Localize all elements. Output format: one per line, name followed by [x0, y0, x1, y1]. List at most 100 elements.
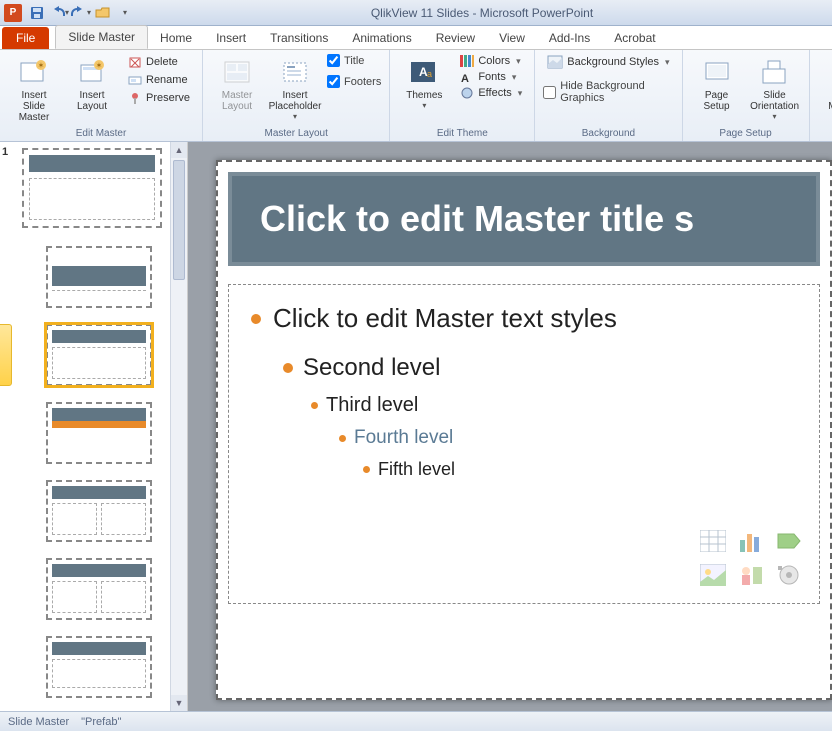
insert-slide-master-button[interactable]: ✶ Insert Slide Master: [8, 54, 60, 125]
bullet-level-2[interactable]: Second level: [283, 354, 797, 382]
delete-icon: [128, 55, 142, 69]
layout-thumbnail[interactable]: [46, 480, 152, 542]
background-styles-button[interactable]: Background Styles▾: [543, 54, 673, 70]
slide-master-icon: ✶: [19, 59, 49, 85]
fonts-button[interactable]: AFonts▾: [456, 70, 526, 84]
scroll-up-icon[interactable]: ▲: [171, 142, 187, 158]
rename-button[interactable]: Rename: [124, 72, 194, 88]
background-styles-icon: [547, 55, 563, 69]
layout-thumbnail[interactable]: [46, 246, 152, 308]
layout-thumbnail-selected[interactable]: [46, 324, 152, 386]
button-label: Clo Master: [828, 90, 832, 112]
tab-home[interactable]: Home: [148, 27, 204, 49]
qat-open[interactable]: [93, 3, 113, 23]
tab-transitions[interactable]: Transitions: [258, 27, 340, 49]
dropdown-caret-icon[interactable]: ▾: [773, 112, 777, 121]
effects-icon: [460, 87, 474, 99]
page-setup-icon: [702, 59, 732, 85]
rename-icon: [128, 73, 142, 87]
title-placeholder[interactable]: Click to edit Master title s: [228, 172, 820, 266]
app-badge: P: [4, 4, 22, 22]
slide-canvas-area[interactable]: Click to edit Master title s Click to ed…: [188, 142, 832, 711]
bullet-icon: [363, 466, 370, 473]
placeholder-icon: [280, 59, 310, 85]
insert-table-icon[interactable]: [697, 527, 729, 555]
master-number: 1: [2, 146, 8, 158]
qat-redo[interactable]: ▾: [71, 3, 91, 23]
close-master-button[interactable]: Clo Master: [818, 54, 832, 114]
layout-thumbnail[interactable]: [46, 402, 152, 464]
qat-save[interactable]: [27, 3, 47, 23]
layout-thumbnail[interactable]: [46, 558, 152, 620]
title-checkbox[interactable]: Title: [327, 54, 381, 67]
folder-open-icon: [95, 6, 111, 20]
group-background: Background Styles▾ Hide Background Graph…: [535, 50, 682, 141]
tab-addins[interactable]: Add-Ins: [537, 27, 602, 49]
orientation-icon: [760, 59, 790, 85]
qat-undo[interactable]: ▾: [49, 3, 69, 23]
page-setup-button[interactable]: Page Setup: [691, 54, 743, 114]
scroll-down-icon[interactable]: ▼: [171, 695, 187, 711]
close-icon: [829, 59, 832, 85]
hide-background-checkbox[interactable]: Hide Background Graphics: [543, 80, 673, 104]
insert-placeholder-button[interactable]: Insert Placeholder ▾: [269, 54, 321, 123]
master-layout-icon: [222, 59, 252, 85]
content-type-icons: [697, 527, 805, 589]
insert-media-icon[interactable]: [773, 561, 805, 589]
insert-layout-button[interactable]: ✶ Insert Layout: [66, 54, 118, 114]
group-label: Edit Master: [76, 126, 127, 139]
ribbon-tabstrip: File Slide Master Home Insert Transition…: [0, 26, 832, 50]
group-close: Clo Master Clo: [810, 50, 832, 141]
tab-view[interactable]: View: [487, 27, 537, 49]
effects-button[interactable]: Effects▾: [456, 86, 526, 100]
layout-thumbnail[interactable]: [46, 636, 152, 698]
bullet-level-4[interactable]: Fourth level: [339, 427, 797, 449]
delete-button[interactable]: Delete: [124, 54, 194, 70]
file-tab[interactable]: File: [2, 27, 49, 49]
layout-icon: ✶: [77, 59, 107, 85]
thumbnail-scrollbar[interactable]: ▲ ▼: [170, 142, 187, 711]
svg-text:a: a: [427, 69, 432, 79]
colors-icon: [460, 55, 474, 67]
qat-customize[interactable]: ▾: [115, 3, 135, 23]
button-label: Insert Slide Master: [10, 90, 58, 123]
master-layout-button: Master Layout: [211, 54, 263, 114]
fonts-icon: A: [460, 71, 474, 83]
dropdown-caret-icon[interactable]: ▾: [65, 8, 69, 17]
tab-review[interactable]: Review: [424, 27, 487, 49]
insert-chart-icon[interactable]: [735, 527, 767, 555]
insert-smartart-icon[interactable]: [773, 527, 805, 555]
insert-picture-icon[interactable]: [697, 561, 729, 589]
slide-master-canvas[interactable]: Click to edit Master title s Click to ed…: [216, 160, 832, 700]
insert-clipart-icon[interactable]: [735, 561, 767, 589]
tab-insert[interactable]: Insert: [204, 27, 258, 49]
dropdown-caret-icon[interactable]: ▾: [293, 112, 297, 121]
bullet-level-5[interactable]: Fifth level: [363, 459, 797, 480]
tab-animations[interactable]: Animations: [340, 27, 423, 49]
scrollbar-thumb[interactable]: [173, 160, 185, 280]
button-label: Themes: [406, 90, 442, 101]
dropdown-caret-icon[interactable]: ▾: [87, 8, 91, 17]
thumbnail-strip[interactable]: 1: [0, 142, 170, 711]
master-thumbnail[interactable]: [22, 148, 162, 228]
button-label: Master Layout: [222, 90, 253, 112]
colors-button[interactable]: Colors▾: [456, 54, 526, 68]
footers-checkbox[interactable]: Footers: [327, 75, 381, 88]
dropdown-caret-icon[interactable]: ▾: [422, 101, 426, 110]
slide-orientation-button[interactable]: Slide Orientation ▾: [749, 54, 801, 123]
tab-slide-master[interactable]: Slide Master: [55, 25, 148, 49]
svg-text:✶: ✶: [38, 61, 45, 70]
bullet-level-3[interactable]: Third level: [311, 394, 797, 417]
status-bar: Slide Master "Prefab": [0, 711, 832, 731]
bullet-icon: [251, 314, 261, 324]
group-edit-master: ✶ Insert Slide Master ✶ Insert Layout De…: [0, 50, 203, 141]
group-label: Background: [582, 126, 635, 139]
button-label: Page Setup: [703, 90, 729, 112]
preserve-button[interactable]: Preserve: [124, 90, 194, 106]
themes-button[interactable]: Aa Themes ▾: [398, 54, 450, 112]
tab-acrobat[interactable]: Acrobat: [602, 27, 667, 49]
bullet-level-1[interactable]: Click to edit Master text styles: [251, 303, 797, 334]
content-placeholder[interactable]: Click to edit Master text styles Second …: [228, 284, 820, 604]
svg-text:A: A: [461, 73, 469, 83]
preserve-icon: [128, 91, 142, 105]
